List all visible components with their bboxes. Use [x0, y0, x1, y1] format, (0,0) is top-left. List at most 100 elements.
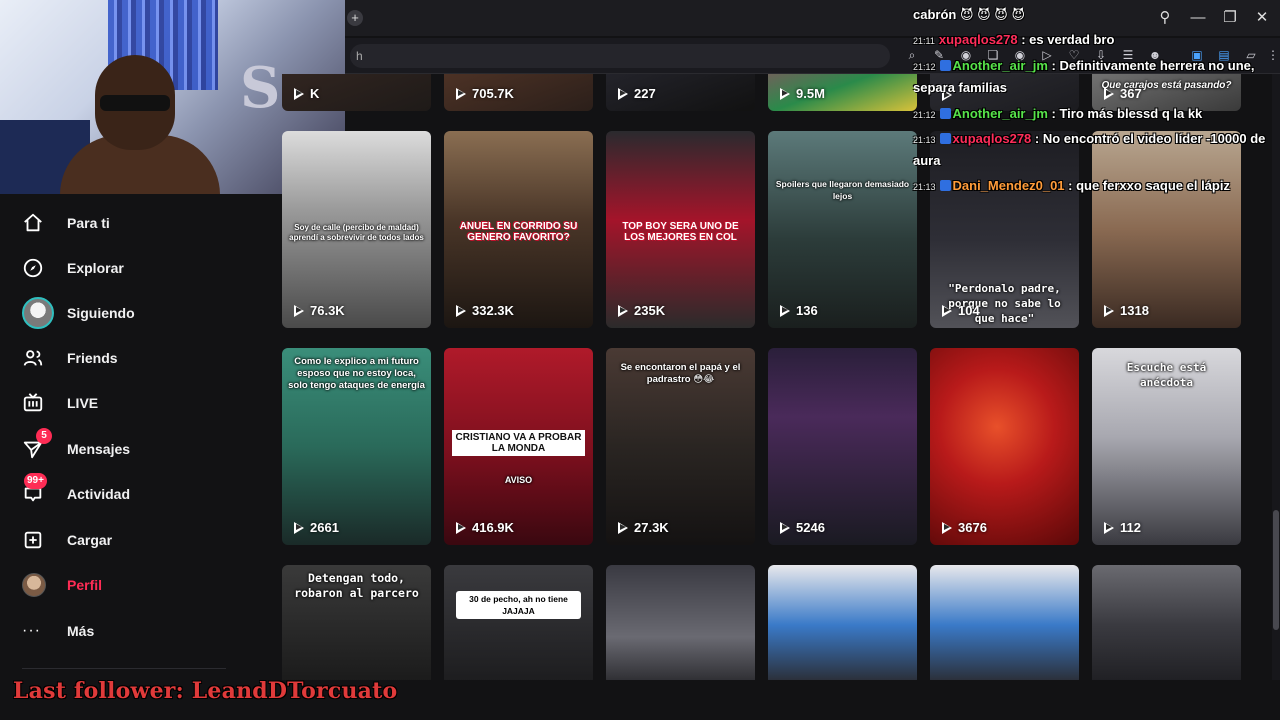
video-tile[interactable] [1092, 565, 1241, 680]
video-caption: Soy de calle (percibo de maldad) aprendí… [289, 223, 424, 242]
profile-avatar-icon [22, 573, 56, 597]
sidebar-item-live[interactable]: LIVE [22, 385, 252, 421]
video-caption: 30 de pecho, ah no tiene JAJAJA [456, 591, 581, 619]
friends-icon [22, 346, 56, 370]
streamer-glasses [100, 95, 170, 111]
video-tile[interactable]: Spoilers que llegaron demasiado lejos 13… [768, 131, 917, 328]
video-tile[interactable]: Detengan todo, robaron al parcero [282, 565, 431, 680]
view-count: 235K [618, 303, 665, 318]
play-icon [294, 87, 305, 100]
screen: + ⚲ — ❐ ✕ h ⌕ ✎ ◉ ❏ ◉ ▷ ♡ ⇩ ☰ ☻ ▣ ▤ ▱ ⋮ … [0, 0, 1280, 720]
video-tile[interactable]: 9.5M [768, 74, 917, 111]
view-count: K [294, 86, 319, 101]
video-tile[interactable]: K [282, 74, 431, 111]
view-count: 76.3K [294, 303, 345, 318]
video-tile[interactable]: TOP BOY SERA UNO DE LOS MEJORES EN COL 2… [606, 131, 755, 328]
chat-message: 21:11 xupaqlos278 : es verdad bro [913, 32, 1115, 47]
stream-chat-overlay: cabrón 😈 😈 😈 😈 21:11 xupaqlos278 : es ver… [905, 0, 1280, 200]
video-tile[interactable]: 227 [606, 74, 755, 111]
sidebar-item-label: Más [67, 623, 95, 639]
chat-message: 21:13 Dani_Mendez0_01 : que ferxxo saque … [913, 178, 1230, 193]
play-icon [1104, 304, 1115, 317]
play-icon [294, 521, 305, 534]
chat-header-line: cabrón 😈 😈 😈 😈 [913, 7, 1025, 22]
video-tile[interactable]: 705.7K [444, 74, 593, 111]
upload-icon [22, 528, 56, 552]
search-input[interactable]: h [350, 44, 890, 68]
video-caption: Como le explico a mi futuro esposo que n… [288, 356, 425, 391]
play-icon [1104, 521, 1115, 534]
sidebar-item-actividad[interactable]: 99+ Actividad [22, 473, 252, 512]
view-count: 9.5M [780, 86, 825, 101]
send-icon: 5 [22, 428, 56, 461]
video-tile[interactable]: Se encontaron el papá y el padrastro 😳😂 … [606, 348, 755, 545]
view-count: 27.3K [618, 520, 669, 535]
verified-icon [939, 133, 951, 144]
video-tile[interactable] [606, 565, 755, 680]
video-caption: Detengan todo, robaron al parcero [294, 571, 419, 600]
video-headline: ANUEL EN CORRIDO SU GENERO FAVORITO? [459, 221, 578, 243]
video-tile[interactable]: Como le explico a mi futuro esposo que n… [282, 348, 431, 545]
video-caption: Escuche está anécdota [1126, 361, 1207, 389]
chat-username: Dani_Mendez0_01 [952, 178, 1065, 193]
verified-icon [939, 60, 951, 71]
sidebar-item-explorar[interactable]: Explorar [22, 250, 252, 286]
video-tile[interactable]: 5246 [768, 348, 917, 545]
video-tile[interactable]: Escuche está anécdota 112 [1092, 348, 1241, 545]
sidebar-item-perfil[interactable]: Perfil [22, 567, 252, 603]
view-count: 2661 [294, 520, 339, 535]
video-headline: TOP BOY SERA UNO DE LOS MEJORES EN COL [622, 221, 739, 243]
sidebar-item-friends[interactable]: Friends [22, 340, 252, 376]
more-icon: ··· [22, 622, 41, 639]
video-tile[interactable] [768, 565, 917, 680]
view-count: 3676 [942, 520, 987, 535]
sidebar-item-siguiendo[interactable]: Siguiendo [22, 295, 252, 331]
balloon-letter-decoration: S [240, 55, 281, 121]
video-tile[interactable]: ANUEL EN CORRIDO SU GENERO FAVORITO? 332… [444, 131, 593, 328]
sidebar-item-mensajes[interactable]: 5 Mensajes [22, 428, 252, 467]
play-icon [294, 304, 305, 317]
chat-message-continuation: separa familias [913, 80, 1007, 95]
following-avatar-icon [22, 297, 56, 329]
video-tile[interactable]: Soy de calle (percibo de maldad) aprendí… [282, 131, 431, 328]
sidebar-item-label: Perfil [67, 577, 103, 593]
chat-username: Another_air_jm [952, 106, 1048, 121]
video-tile[interactable]: 3676 [930, 348, 1079, 545]
play-icon [618, 521, 629, 534]
chat-message-continuation: aura [913, 153, 941, 168]
chat-message: 21:12 Another_air_jm : Definitivamente he… [913, 58, 1255, 73]
video-tile[interactable] [930, 565, 1079, 680]
new-tab-button[interactable]: + [347, 10, 363, 26]
view-count: 705.7K [456, 86, 514, 101]
verified-icon [939, 108, 951, 119]
sidebar-item-label: Actividad [67, 486, 131, 502]
view-count: 227 [618, 86, 656, 101]
sidebar-item-label: Explorar [67, 260, 124, 276]
sidebar-item-label: Para ti [67, 215, 110, 231]
play-icon [456, 87, 467, 100]
video-subcaption: AVISO [504, 475, 533, 485]
chat-username: xupaqlos278 [938, 32, 1018, 47]
sidebar-item-cargar[interactable]: Cargar [22, 522, 252, 558]
play-icon [618, 304, 629, 317]
sidebar-item-label: LIVE [67, 395, 99, 411]
play-icon [942, 304, 953, 317]
compass-icon [22, 256, 56, 280]
video-tile[interactable]: CRISTIANO VA A PROBAR LA MONDA AVISO 416… [444, 348, 593, 545]
play-icon [456, 304, 467, 317]
play-icon [780, 521, 791, 534]
view-count: 112 [1104, 520, 1141, 535]
video-headline: CRISTIANO VA A PROBAR LA MONDA [452, 430, 585, 456]
chat-username: Another_air_jm [952, 58, 1048, 73]
verified-icon [939, 180, 951, 191]
play-icon [618, 87, 629, 100]
video-caption: Se encontaron el papá y el padrastro 😳😂 [620, 362, 741, 385]
video-tile[interactable]: 30 de pecho, ah no tiene JAJAJA [444, 565, 593, 680]
scrollbar-thumb[interactable] [1273, 510, 1279, 630]
view-count: 104 [942, 303, 980, 318]
sidebar-item-para-ti[interactable]: Para ti [22, 205, 252, 241]
sidebar-divider [22, 668, 226, 669]
sidebar-item-mas[interactable]: ··· Más [22, 613, 252, 649]
play-icon [780, 304, 791, 317]
home-icon [22, 211, 56, 235]
